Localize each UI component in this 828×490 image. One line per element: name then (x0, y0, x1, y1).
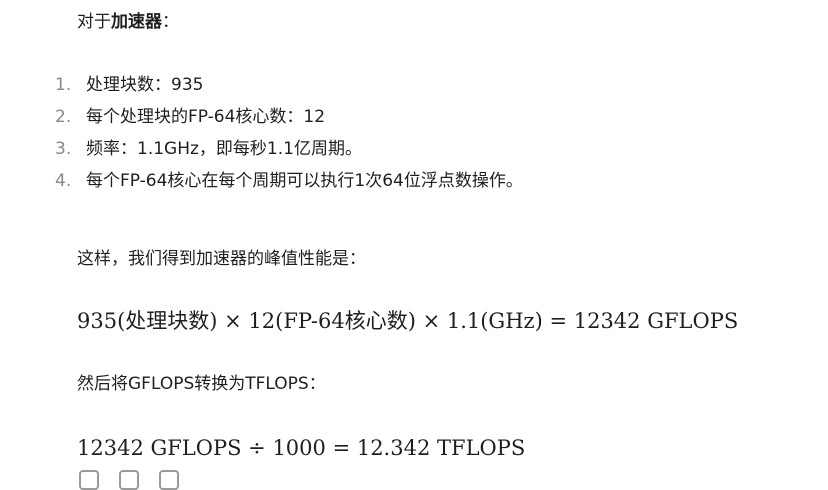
list-item: 3. 频率：1.1GHz，即每秒1.1亿周期。 (55, 137, 523, 169)
refresh-icon[interactable] (119, 470, 139, 490)
conversion-intro: 然后将GFLOPS转换为TFLOPS： (77, 374, 326, 394)
list-item: 4. 每个FP-64核心在每个周期可以执行1次64位浮点数操作。 (55, 169, 523, 201)
list-item: 1. 处理块数：935 (55, 73, 523, 105)
list-number: 1. (55, 75, 72, 95)
list-number: 3. (55, 139, 72, 159)
intro-prefix: 对于 (77, 12, 111, 32)
formula-tflops: 12342 GFLOPS ÷ 1000 = 12.342 TFLOPS (77, 436, 526, 460)
list-number: 4. (55, 171, 72, 191)
intro-suffix: ： (162, 12, 179, 32)
intro-bold: 加速器 (111, 12, 162, 32)
list-text: 每个FP-64核心在每个周期可以执行1次64位浮点数操作。 (86, 171, 523, 191)
peak-performance-intro: 这样，我们得到加速器的峰值性能是： (77, 249, 366, 269)
list-text: 频率：1.1GHz，即每秒1.1亿周期。 (86, 139, 362, 159)
message-actions (79, 470, 179, 490)
list-item: 2. 每个处理块的FP-64核心数：12 (55, 105, 523, 137)
list-text: 处理块数：935 (86, 75, 204, 95)
list-number: 2. (55, 107, 72, 127)
formula-gflops: 935(处理块数) × 12(FP-64核心数) × 1.1(GHz) = 12… (77, 309, 739, 333)
steps-list: 1. 处理块数：935 2. 每个处理块的FP-64核心数：12 3. 频率：1… (55, 73, 523, 201)
intro-line: 对于加速器： (77, 10, 179, 34)
copy-icon[interactable] (79, 470, 99, 490)
bookmark-icon[interactable] (159, 470, 179, 490)
list-text: 每个处理块的FP-64核心数：12 (86, 107, 326, 127)
